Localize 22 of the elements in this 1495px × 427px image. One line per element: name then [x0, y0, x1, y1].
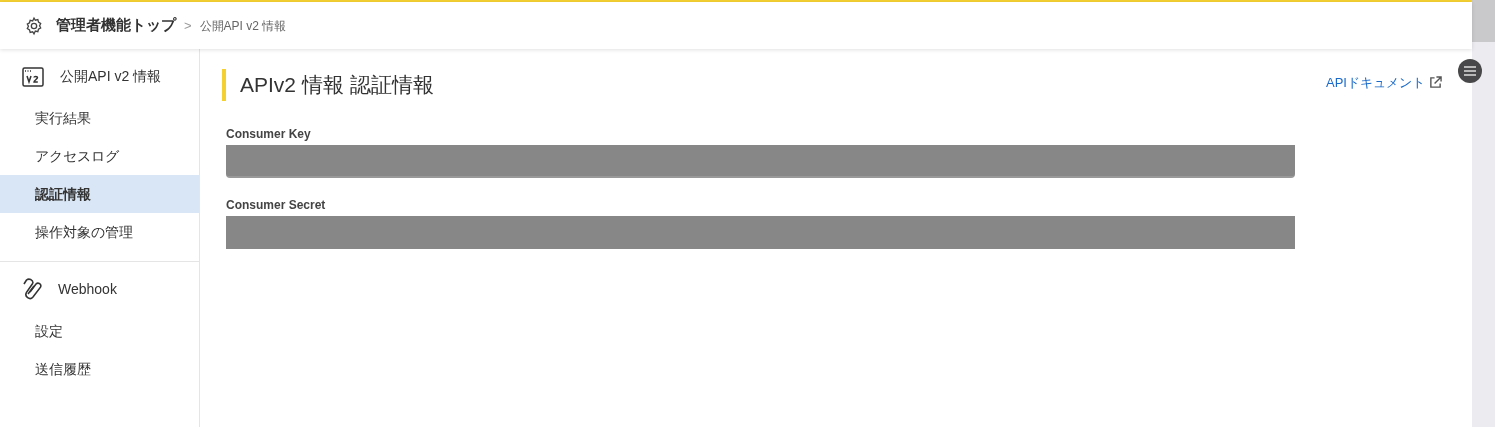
menu-button[interactable] [1458, 59, 1482, 83]
api-docs-link[interactable]: APIドキュメント [1326, 73, 1442, 93]
sidebar-item[interactable]: アクセスログ [0, 137, 199, 175]
sidebar-item[interactable]: 認証情報 [0, 175, 199, 213]
field-label: Consumer Key [226, 126, 312, 143]
scrollbar-thumb[interactable] [1472, 0, 1495, 42]
breadcrumb-separator: > [184, 16, 192, 35]
field-label: Consumer Secret [226, 197, 327, 214]
breadcrumb-link[interactable]: 管理者機能トップ [56, 14, 176, 37]
external-link-icon [1429, 76, 1442, 90]
sidebar-item[interactable]: 実行結果 [0, 99, 199, 137]
settings-icon [24, 15, 44, 36]
sidebar-item[interactable]: 設定 [0, 312, 199, 350]
sidebar-section-title: 公開API v2 情報 [60, 67, 162, 86]
sidebar-item[interactable]: 送信履歴 [0, 350, 199, 388]
link-icon [22, 278, 42, 300]
page-title: APIv2 情報 認証情報 [222, 69, 434, 101]
menu-icon [1464, 66, 1476, 76]
sidebar-section-title: Webhook [58, 279, 117, 299]
breadcrumb-current: 公開API v2 情報 [199, 17, 287, 35]
window-v2-icon [22, 66, 44, 87]
sidebar-item[interactable]: 操作対象の管理 [0, 213, 199, 251]
